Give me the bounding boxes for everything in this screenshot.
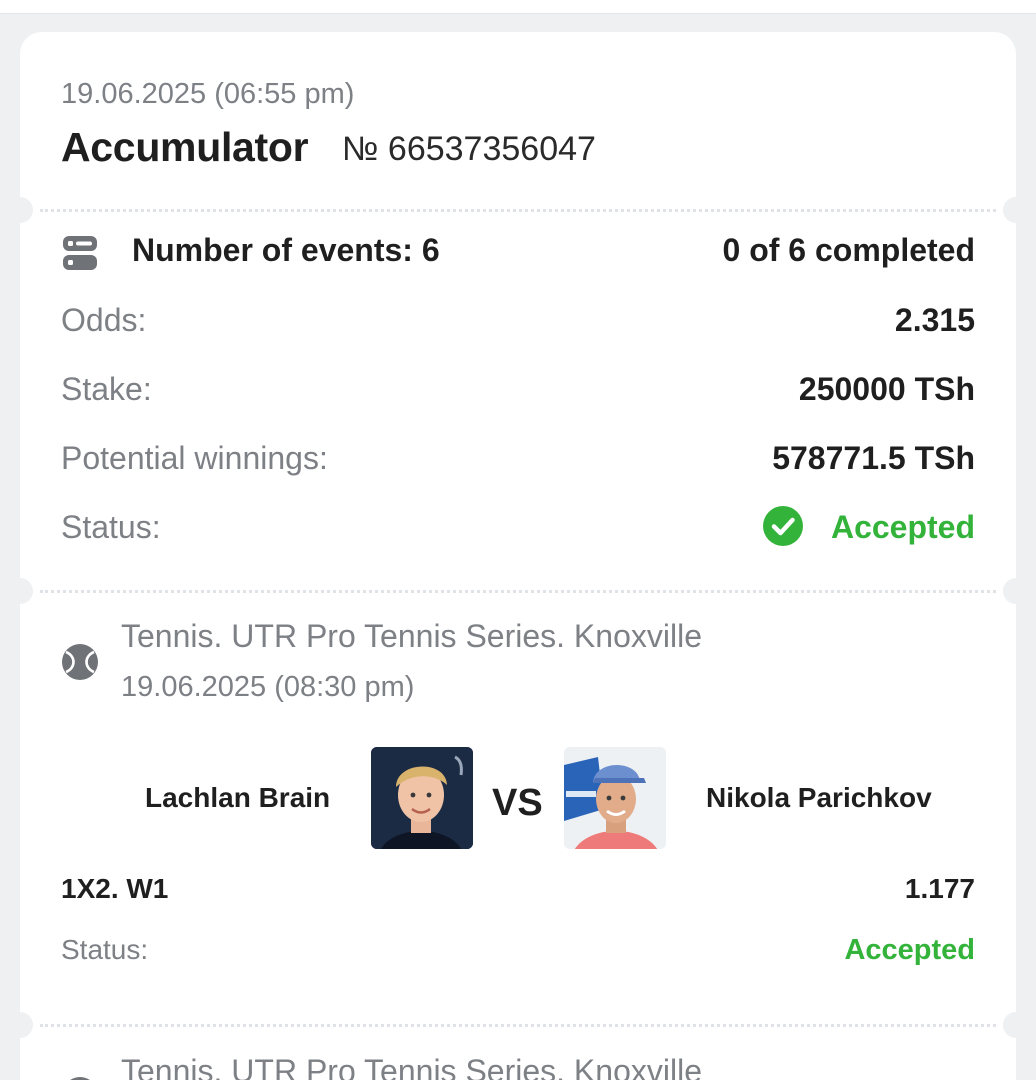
tennis-ball-icon	[61, 643, 99, 681]
events-count: Number of events: 6	[132, 232, 440, 268]
ticket-notch-left	[20, 578, 33, 604]
list-icon	[63, 236, 97, 270]
bet-date: 19.06.2025 (06:55 pm)	[61, 78, 355, 110]
completed-count: 0 of 6 completed	[722, 232, 976, 268]
ticket-notch-right	[1003, 578, 1016, 604]
ticket-divider	[40, 209, 996, 212]
vs-label: VS	[492, 782, 543, 824]
winnings-label: Potential winnings:	[61, 440, 328, 476]
status-badge: Accepted	[830, 509, 975, 545]
ticket-notch-left	[20, 1012, 33, 1038]
ticket-divider	[40, 1024, 996, 1027]
check-circle-icon	[763, 506, 803, 546]
event-date: 19.06.2025 (08:30 pm)	[121, 671, 415, 703]
status-label: Status:	[61, 509, 161, 545]
odds-value: 2.315	[894, 302, 975, 338]
player-1-name: Lachlan Brain	[145, 782, 331, 813]
ticket-notch-right	[1003, 197, 1016, 223]
player-2-name: Nikola Parichkov	[706, 782, 932, 813]
winnings-value: 578771.5 TSh	[772, 440, 975, 476]
event-odds: 1.177	[904, 873, 975, 904]
player-2-photo	[564, 747, 666, 849]
bet-type-title: Accumulator	[61, 124, 309, 170]
ticket-notch-right	[1003, 1012, 1016, 1038]
top-bar	[0, 0, 1036, 14]
player-1-photo	[371, 747, 473, 849]
event-status-label: Status:	[61, 934, 149, 965]
odds-label: Odds:	[61, 302, 147, 338]
stake-value: 250000 TSh	[798, 371, 975, 407]
ticket-notch-left	[20, 197, 33, 223]
ticket-divider	[40, 590, 996, 593]
bet-number: № 66537356047	[342, 130, 596, 168]
event-status-badge: Accepted	[844, 934, 975, 966]
tennis-ball-icon	[61, 1076, 99, 1080]
event-league[interactable]: Tennis. UTR Pro Tennis Series. Knoxville	[121, 1053, 702, 1080]
stake-label: Stake:	[61, 371, 152, 407]
event-market: 1X2. W1	[61, 873, 169, 904]
bet-ticket-card: 19.06.2025 (06:55 pm) Accumulator № 6653…	[20, 32, 1016, 1080]
event-league[interactable]: Tennis. UTR Pro Tennis Series. Knoxville	[121, 618, 702, 655]
